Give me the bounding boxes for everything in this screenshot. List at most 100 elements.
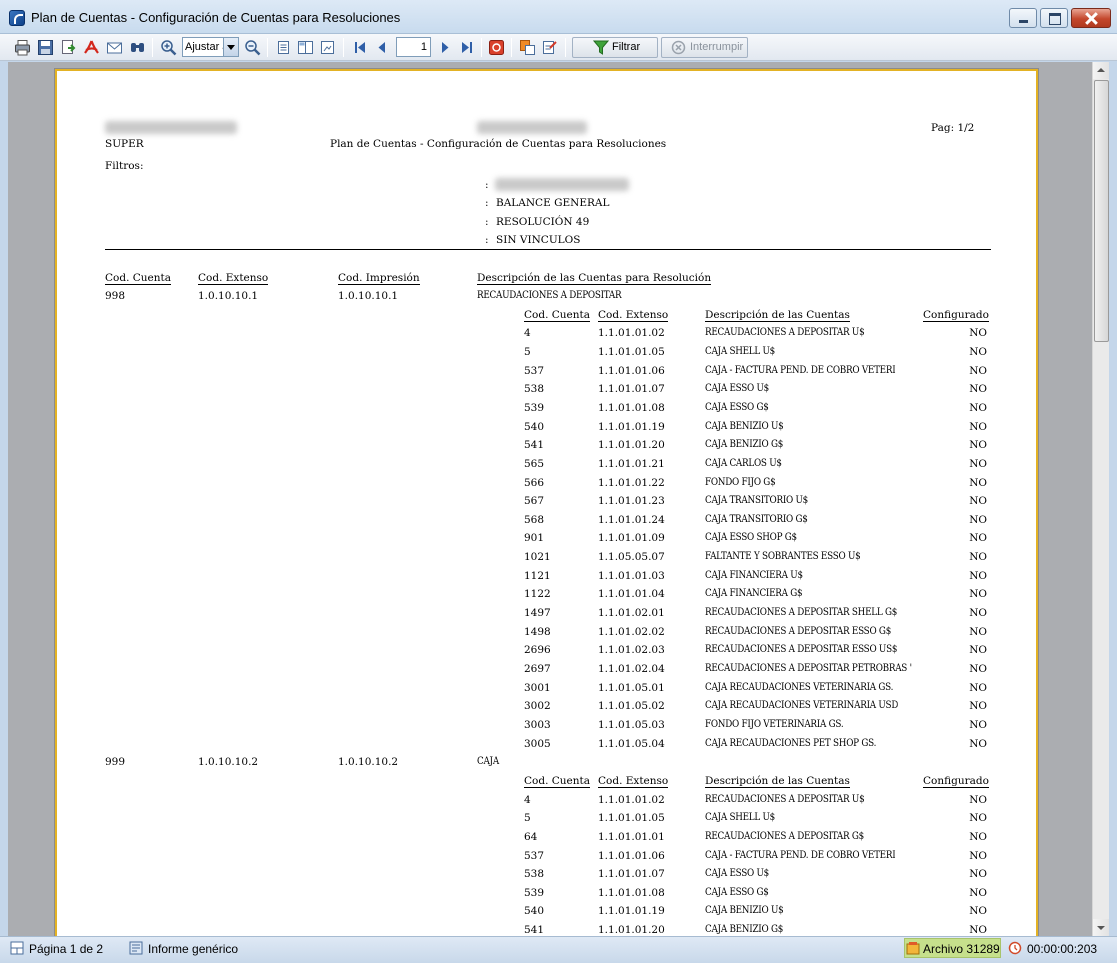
row-cod-cuenta: 3002 bbox=[524, 700, 551, 713]
pdf-icon[interactable] bbox=[83, 39, 100, 56]
row-cod-cuenta: 4 bbox=[524, 327, 531, 340]
email-icon[interactable] bbox=[106, 39, 123, 56]
row-configurado: NO bbox=[969, 401, 987, 414]
settings-icon[interactable] bbox=[541, 39, 558, 56]
minimize-button[interactable] bbox=[1009, 8, 1037, 28]
maximize-button[interactable] bbox=[1040, 8, 1068, 28]
row-configurado: NO bbox=[969, 476, 987, 489]
scroll-down-icon[interactable] bbox=[1093, 919, 1110, 936]
scroll-thumb[interactable] bbox=[1094, 80, 1109, 342]
row-cod-extenso: 1.1.01.02.02 bbox=[598, 625, 665, 638]
row-cod-extenso: 1.1.01.01.04 bbox=[598, 588, 665, 601]
first-page-icon[interactable] bbox=[352, 39, 369, 56]
group-cod-extenso: 1.0.10.10.2 bbox=[198, 756, 259, 769]
row-configurado: NO bbox=[969, 588, 987, 601]
chevron-down-icon[interactable] bbox=[223, 38, 238, 56]
group-cod-impresion: 1.0.10.10.2 bbox=[338, 756, 399, 769]
row-descripcion: CAJA ESSO G$ bbox=[705, 401, 769, 413]
vertical-scrollbar[interactable] bbox=[1092, 62, 1110, 936]
app-icon[interactable] bbox=[9, 10, 25, 26]
sub-header-descripcion: Descripción de las Cuentas bbox=[705, 774, 850, 788]
row-cod-cuenta: 3003 bbox=[524, 718, 551, 731]
row-cod-cuenta: 901 bbox=[524, 532, 545, 545]
close-button[interactable] bbox=[1071, 8, 1111, 28]
col-header-descripcion: Descripción de las Cuentas para Resoluci… bbox=[477, 272, 712, 285]
row-cod-cuenta: 2697 bbox=[524, 663, 551, 675]
row-configurado: NO bbox=[969, 420, 987, 433]
last-page-icon[interactable] bbox=[458, 39, 475, 56]
row-cod-extenso: 1.1.01.05.02 bbox=[598, 700, 665, 713]
single-page-icon[interactable] bbox=[275, 39, 292, 56]
next-page-icon[interactable] bbox=[436, 39, 453, 56]
row-configurado: NO bbox=[969, 439, 987, 452]
row-cod-extenso: 1.1.01.01.05 bbox=[598, 345, 665, 358]
row-cod-extenso: 1.1.01.01.08 bbox=[598, 401, 665, 414]
zoom-in-icon[interactable] bbox=[160, 39, 177, 56]
row-cod-extenso: 1.1.01.01.02 bbox=[598, 793, 665, 806]
row-cod-cuenta: 539 bbox=[524, 886, 545, 899]
redacted-filter-value bbox=[495, 178, 629, 191]
filter-value: RESOLUCIÓN 49 bbox=[496, 216, 590, 228]
row-cod-cuenta: 541 bbox=[524, 924, 545, 936]
row-configurado: NO bbox=[969, 383, 987, 396]
group-cod-cuenta: 998 bbox=[105, 290, 126, 302]
sub-header-cod-extenso: Cod. Extenso bbox=[598, 308, 669, 322]
row-cod-cuenta: 5 bbox=[524, 345, 531, 358]
row-configurado: NO bbox=[969, 457, 987, 470]
sub-header-cod-cuenta: Cod. Cuenta bbox=[524, 774, 591, 788]
row-cod-extenso: 1.1.01.01.06 bbox=[598, 849, 665, 862]
row-descripcion: CAJA ESSO SHOP G$ bbox=[705, 532, 797, 544]
col-header-cod-cuenta: Cod. Cuenta bbox=[105, 272, 172, 285]
sub-header-configurado: Configurado bbox=[923, 774, 989, 788]
row-configurado: NO bbox=[969, 607, 987, 620]
row-descripcion: CAJA RECAUDACIONES VETERINARIA USD bbox=[705, 700, 899, 712]
zoom-select[interactable]: Ajustar a bbox=[182, 37, 239, 57]
row-cod-cuenta: 540 bbox=[524, 905, 545, 918]
stop-icon[interactable] bbox=[488, 39, 505, 56]
prev-page-icon[interactable] bbox=[374, 39, 391, 56]
row-configurado: NO bbox=[969, 718, 987, 731]
two-page-icon[interactable] bbox=[297, 39, 314, 56]
save-icon[interactable] bbox=[37, 39, 54, 56]
row-cod-cuenta: 565 bbox=[524, 457, 545, 470]
row-configurado: NO bbox=[969, 868, 987, 881]
report-viewport[interactable]: Pag: 1/2 SUPER Plan de Cuentas - Configu… bbox=[8, 62, 1092, 936]
printer-icon[interactable] bbox=[14, 39, 31, 56]
find-icon[interactable] bbox=[129, 39, 146, 56]
row-configurado: NO bbox=[969, 551, 987, 564]
zoom-out-icon[interactable] bbox=[244, 39, 261, 56]
row-cod-extenso: 1.1.01.01.21 bbox=[598, 457, 665, 470]
row-cod-cuenta: 1121 bbox=[524, 569, 551, 582]
interrupt-icon bbox=[671, 40, 686, 55]
row-configurado: NO bbox=[969, 812, 987, 825]
row-cod-extenso: 1.1.01.02.03 bbox=[598, 644, 665, 657]
row-cod-extenso: 1.1.01.01.03 bbox=[598, 569, 665, 582]
interrumpir-button[interactable]: Interrumpir bbox=[661, 37, 748, 58]
filtrar-button[interactable]: Filtrar bbox=[572, 37, 658, 58]
window-title: Plan de Cuentas - Configuración de Cuent… bbox=[31, 10, 401, 25]
row-descripcion: RECAUDACIONES A DEPOSITAR PETROBRAS ' bbox=[705, 663, 912, 674]
row-descripcion: CAJA RECAUDACIONES PET SHOP GS. bbox=[705, 737, 877, 749]
export-icon[interactable] bbox=[60, 39, 77, 56]
copy-icon[interactable] bbox=[519, 39, 536, 56]
row-cod-cuenta: 568 bbox=[524, 513, 545, 526]
row-cod-cuenta: 541 bbox=[524, 439, 545, 452]
title-bar: Plan de Cuentas - Configuración de Cuent… bbox=[0, 0, 1117, 34]
row-cod-cuenta: 64 bbox=[524, 830, 538, 843]
scroll-up-icon[interactable] bbox=[1093, 62, 1110, 79]
row-descripcion: FALTANTE Y SOBRANTES ESSO U$ bbox=[705, 551, 861, 563]
row-cod-extenso: 1.1.01.05.03 bbox=[598, 718, 665, 731]
status-archivo: Archivo 31289 bbox=[923, 942, 1000, 956]
report-title: Plan de Cuentas - Configuración de Cuent… bbox=[330, 138, 667, 150]
row-cod-extenso: 1.1.01.02.01 bbox=[598, 607, 665, 620]
filter-prefix: : bbox=[485, 197, 489, 209]
row-configurado: NO bbox=[969, 700, 987, 713]
row-cod-cuenta: 537 bbox=[524, 364, 545, 377]
row-cod-extenso: 1.1.01.01.07 bbox=[598, 868, 665, 881]
row-cod-cuenta: 3005 bbox=[524, 737, 551, 750]
page-number-input[interactable] bbox=[396, 37, 431, 57]
thumbnails-icon[interactable] bbox=[319, 39, 336, 56]
row-cod-extenso: 1.1.01.01.19 bbox=[598, 420, 665, 433]
row-descripcion: CAJA CARLOS U$ bbox=[705, 457, 782, 469]
sub-header-descripcion: Descripción de las Cuentas bbox=[705, 308, 850, 322]
